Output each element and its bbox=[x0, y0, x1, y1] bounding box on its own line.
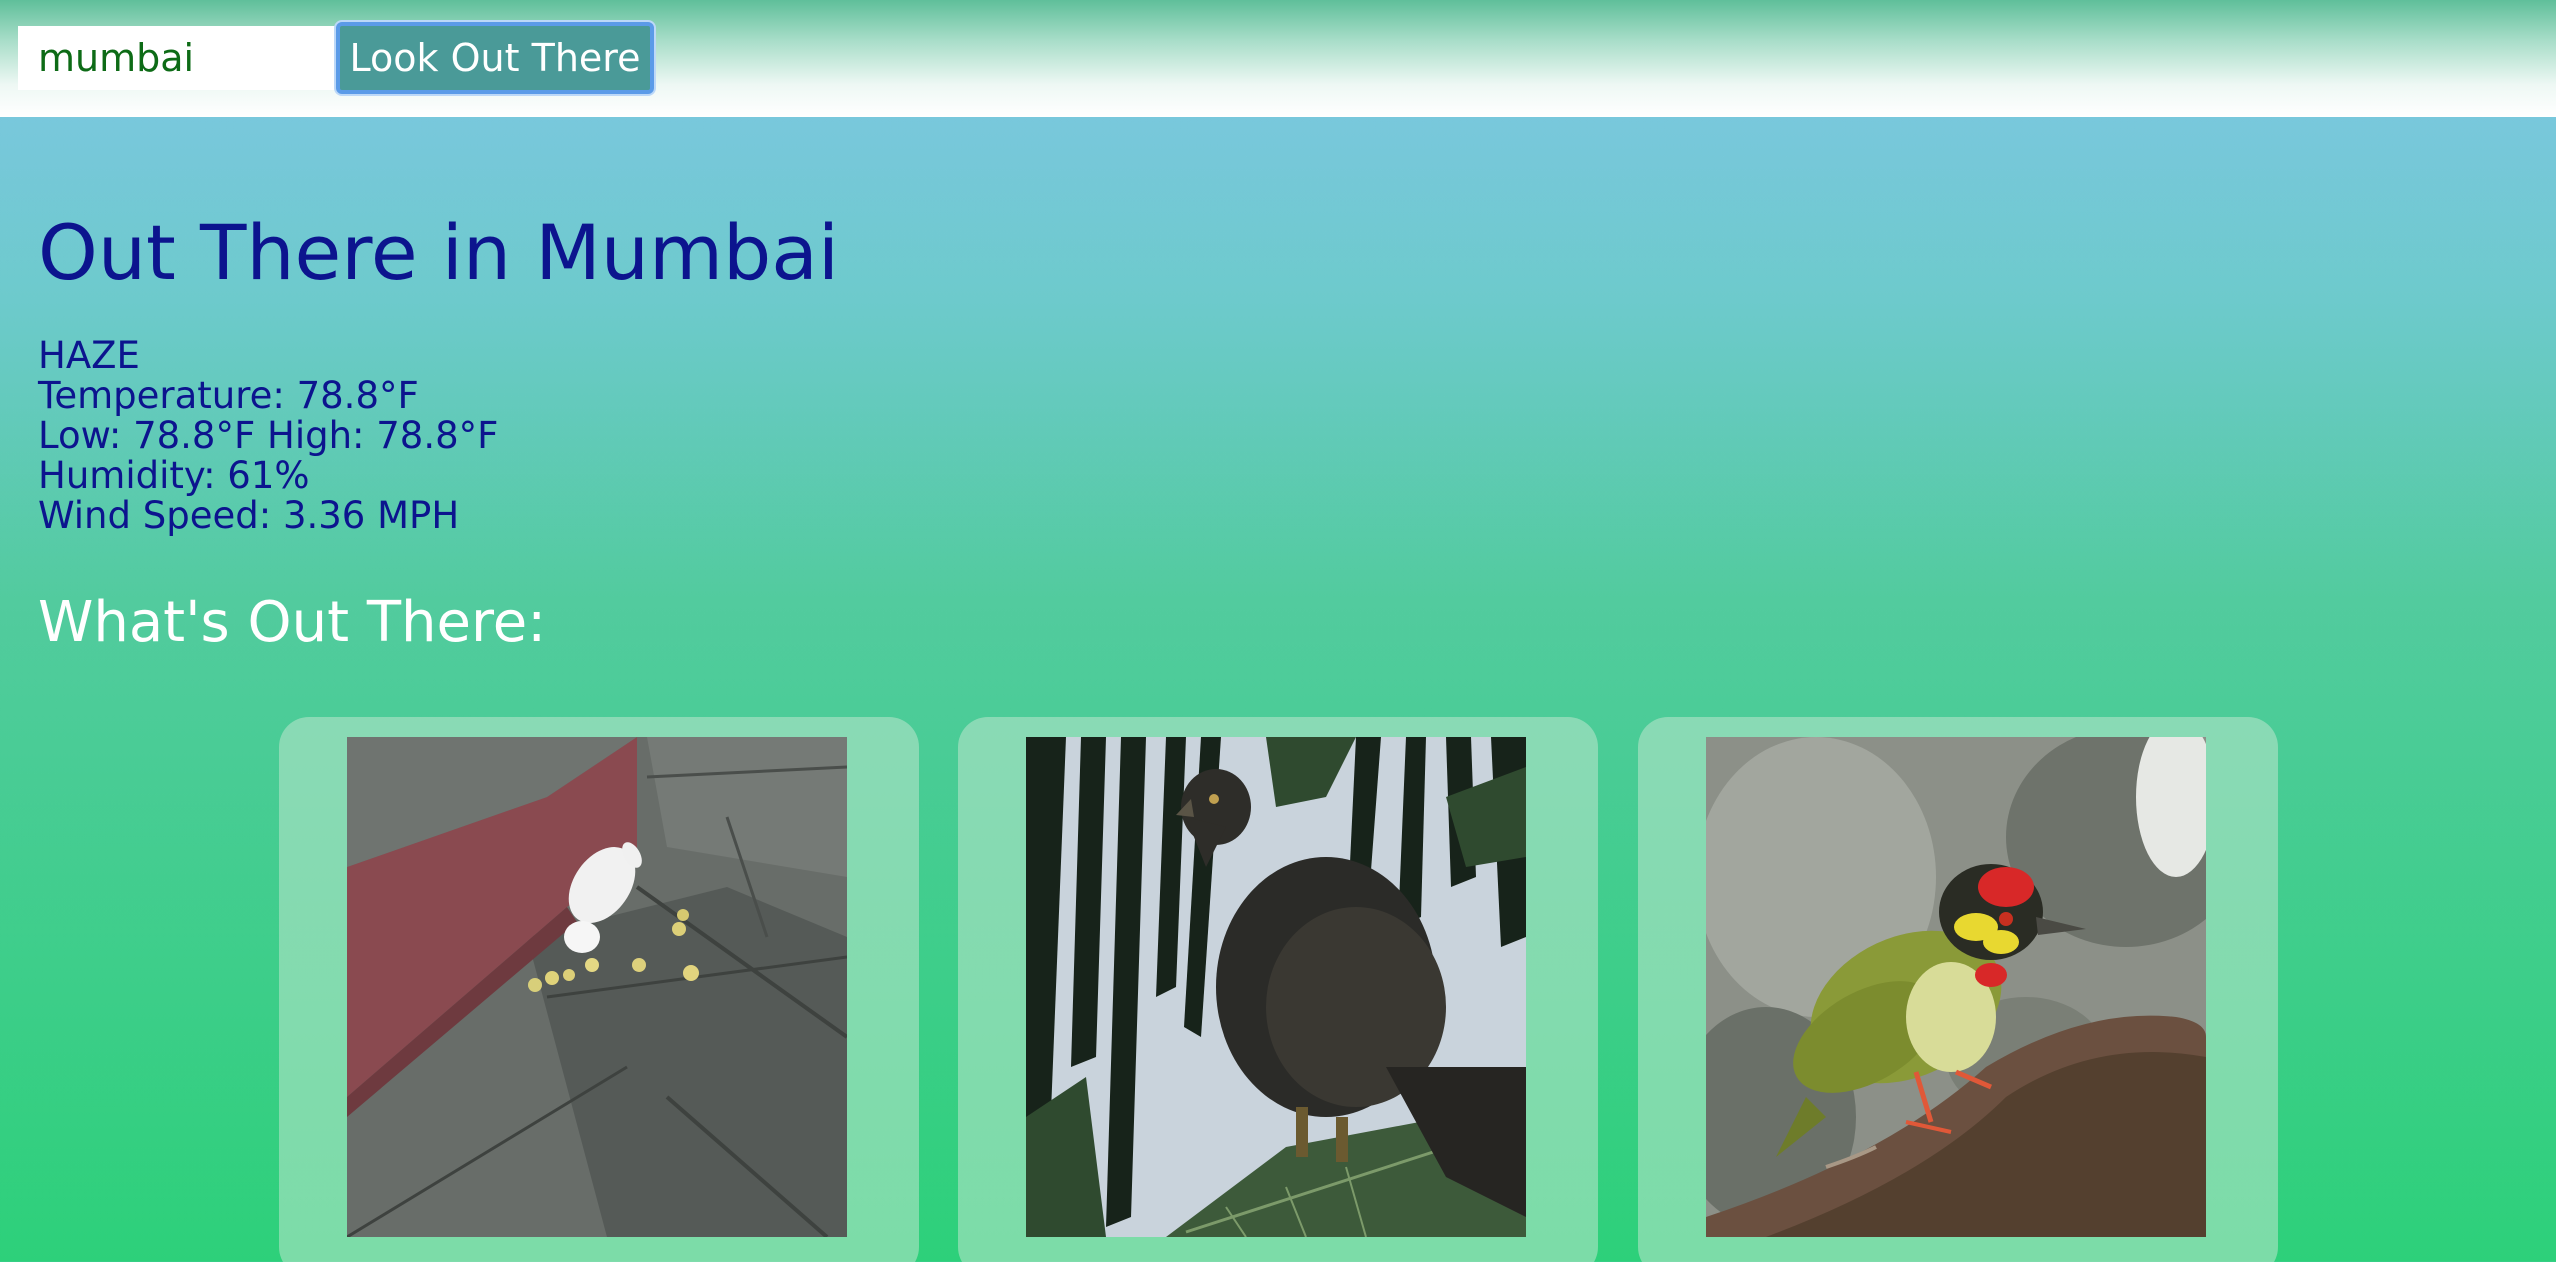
weather-condition: HAZE bbox=[38, 334, 140, 377]
section-title: What's Out There: bbox=[38, 590, 547, 655]
search-input[interactable] bbox=[18, 26, 336, 90]
page-title: Out There in Mumbai bbox=[38, 208, 839, 297]
black-kite-photo bbox=[1026, 737, 1526, 1237]
animal-card bbox=[958, 717, 1598, 1262]
weather-temperature: Temperature: 78.8°F bbox=[38, 374, 419, 417]
coppersmith-barbet-photo bbox=[1706, 737, 2206, 1237]
weather-wind-speed: Wind Speed: 3.36 MPH bbox=[38, 494, 460, 537]
search-bar: Look Out There bbox=[0, 0, 2556, 117]
weather-low-high: Low: 78.8°F High: 78.8°F bbox=[38, 414, 499, 457]
animal-card bbox=[279, 717, 919, 1262]
animal-card bbox=[1638, 717, 2278, 1262]
weather-info: HAZE Temperature: 78.8°F Low: 78.8°F Hig… bbox=[38, 336, 498, 536]
weather-humidity: Humidity: 61% bbox=[38, 454, 310, 497]
look-out-there-button[interactable]: Look Out There bbox=[336, 22, 654, 94]
white-rabbit-photo bbox=[347, 737, 847, 1237]
